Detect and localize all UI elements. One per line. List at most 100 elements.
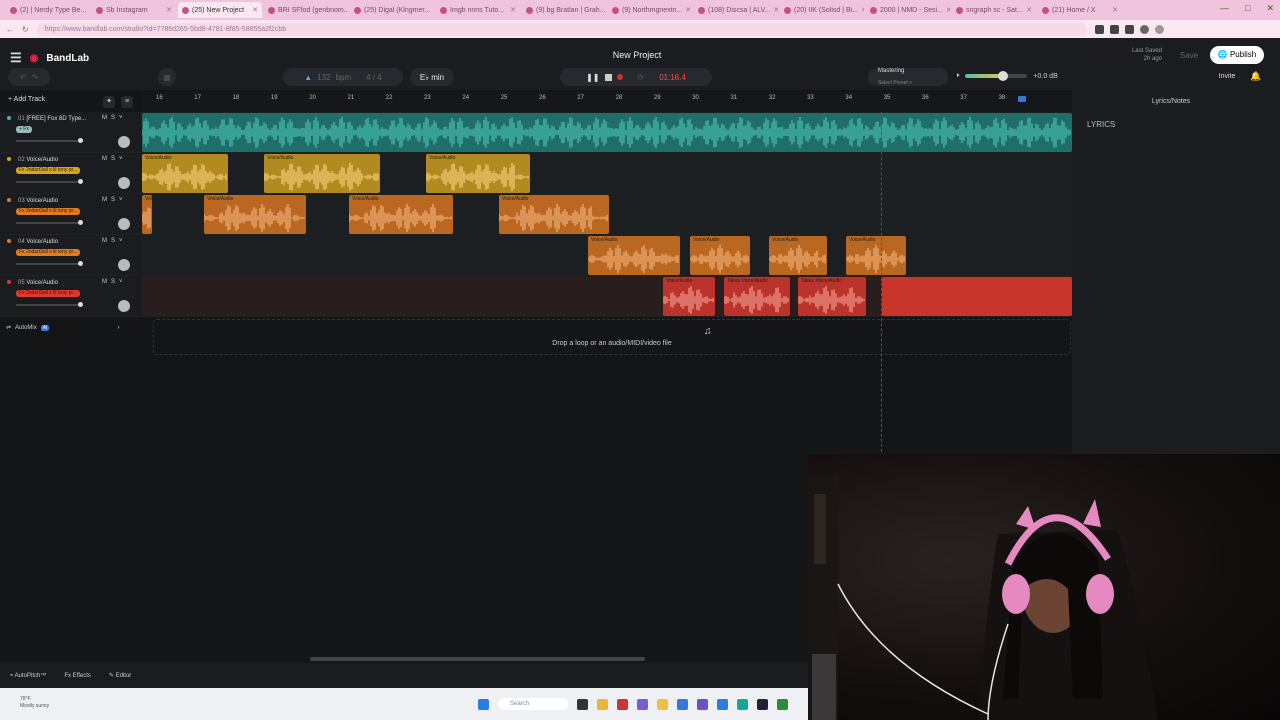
chevron-down-icon[interactable]: ˅ [119, 238, 123, 244]
fader-knob[interactable] [78, 179, 83, 184]
teams-icon[interactable] [697, 698, 708, 710]
steam-icon[interactable] [757, 698, 768, 710]
pan-knob[interactable] [118, 300, 130, 312]
record-icon[interactable] [616, 74, 623, 80]
extension-icon[interactable] [1139, 24, 1149, 34]
tab-close-icon[interactable]: ✕ [1112, 6, 1118, 14]
chevron-down-icon[interactable]: ˅ [119, 115, 123, 121]
tab-close-icon[interactable]: ✕ [774, 6, 778, 14]
url-field[interactable]: https://www.bandlab.com/studio?id=7786d2… [36, 22, 1087, 36]
track-volume-fader[interactable] [16, 220, 83, 225]
drop-zone[interactable]: ♫ Drop a loop or an audio/MIDI/video fil… [153, 319, 1071, 355]
volume-knob[interactable] [998, 71, 1009, 81]
track-fx-chip[interactable]: Fx 2ndart3all x lil tony pr... [16, 167, 81, 174]
mute-button[interactable]: M [102, 197, 107, 203]
back-icon[interactable]: ← [6, 25, 14, 34]
extension-icon[interactable] [1124, 24, 1134, 34]
mute-button[interactable]: M [102, 156, 107, 162]
browser-tab[interactable]: (25) New Project ✕ [178, 2, 262, 18]
stop-icon[interactable] [604, 73, 612, 81]
mute-button[interactable]: M [102, 279, 107, 285]
timeline-ruler[interactable]: 16 17 18 19 20 21 22 23 24 25 26 27 28 29 30 31 32 33 34 35… [142, 92, 1072, 112]
audio-clip[interactable]: Voice/Audio [264, 154, 380, 193]
browser-tab[interactable]: (21) Home / X ✕ [1038, 2, 1122, 18]
save-button[interactable]: Save [1172, 48, 1206, 63]
track-fx-chip[interactable]: Fx 2ndart3all x lil tony pr... [16, 290, 81, 297]
browser-tab[interactable]: (9) bg Bratlan | Grah...✕ [522, 2, 606, 18]
menu-icon[interactable]: ☰ [10, 50, 22, 66]
mute-button[interactable]: M [102, 238, 107, 244]
pan-knob[interactable] [118, 218, 130, 230]
autopitch-button[interactable]: ≈ AutoPitch™ [10, 673, 46, 679]
track-volume-fader[interactable] [16, 138, 83, 143]
recording-region[interactable] [882, 277, 1072, 316]
audio-clip[interactable] [142, 113, 1072, 152]
mixer-icon[interactable]: ≡ [121, 96, 133, 108]
edge-icon[interactable] [737, 698, 748, 710]
track-name[interactable]: 02 Voice/Audio [18, 157, 58, 163]
tab-close-icon[interactable]: ✕ [1026, 6, 1032, 14]
copilot-icon[interactable] [637, 698, 648, 710]
effects-button[interactable]: Fx Effects [64, 673, 91, 679]
editor-button[interactable]: ✎ Editor [109, 672, 131, 679]
audio-clip[interactable]: Voice/Audio [349, 195, 453, 234]
tab-close-icon[interactable]: ✕ [946, 6, 950, 14]
track-lane[interactable]: Voice/Audio Voice/Audio Voice/Audio Voice/A… [142, 194, 1072, 235]
mute-button[interactable]: M [102, 115, 107, 121]
horizontal-scrollbar[interactable] [310, 657, 645, 661]
audio-clip[interactable]: Voice/Audio [846, 236, 906, 275]
pan-knob[interactable] [118, 136, 130, 148]
playhead-marker[interactable] [1018, 96, 1026, 102]
bpm-value[interactable]: 132 [317, 73, 330, 82]
pan-knob[interactable] [118, 259, 130, 271]
solo-button[interactable]: S [111, 279, 115, 285]
explorer-folder-icon[interactable] [657, 698, 668, 710]
tab-close-icon[interactable]: ✕ [685, 6, 691, 14]
bell-icon[interactable]: 🔔 [1250, 71, 1261, 82]
add-track-button[interactable]: + Add Track [8, 96, 45, 103]
browser-tab[interactable]: 2000 | NMD - Sesi... ✕ [866, 2, 950, 18]
audio-clip[interactable]: Voice/Audio [588, 236, 680, 275]
chevron-down-icon[interactable]: ˅ [119, 197, 123, 203]
fader-knob[interactable] [78, 261, 83, 266]
app-icon[interactable] [777, 698, 788, 710]
store-icon[interactable] [617, 698, 628, 710]
track-header[interactable]: 03 Voice/Audio Fx 2ndart3all x lil tony p… [0, 194, 142, 235]
extension-icon[interactable] [1094, 24, 1104, 34]
audio-clip[interactable]: Voice/Audio [499, 195, 609, 234]
extension-icon[interactable] [1109, 24, 1119, 34]
grid-icon[interactable]: ▦ [158, 68, 176, 86]
tab-close-icon[interactable]: ✕ [252, 6, 258, 14]
track-lane[interactable]: Voice/Audio Voice/Audio Voice/Audio Voice/A… [142, 235, 1072, 276]
wand-icon[interactable]: ✦ [103, 96, 115, 108]
chevron-down-icon[interactable]: ˅ [119, 279, 123, 285]
browser-tab[interactable]: (20) IIK (Solisd | Bi...✕ [780, 2, 864, 18]
track-volume-fader[interactable] [16, 261, 83, 266]
track-fx-chip[interactable]: + Fx [16, 126, 32, 133]
redo-icon[interactable]: ↷ [32, 73, 39, 82]
audio-clip[interactable]: Voice/Audio [769, 236, 827, 275]
audio-clip[interactable]: Voice/Audio [690, 236, 750, 275]
browser-tab[interactable]: (25) Digal (Klngmer...✕ [350, 2, 434, 18]
track-name[interactable]: 05 Voice/Audio [18, 280, 58, 286]
widgets-icon[interactable] [577, 698, 588, 710]
track-name[interactable]: 03 Voice/Audio [18, 198, 58, 204]
maximize-icon[interactable]: □ [1245, 3, 1250, 14]
chevron-down-icon[interactable]: ˅ [119, 156, 123, 162]
lyrics-label[interactable]: LYRICS [1087, 120, 1115, 129]
browser-tab[interactable]: Sb Instagram ✕ [92, 2, 176, 18]
tab-close-icon[interactable]: ✕ [89, 6, 90, 14]
calendar-icon[interactable] [677, 698, 688, 710]
audio-clip[interactable]: Voice/Audio [204, 195, 306, 234]
audio-clip[interactable]: Voice/Audio [663, 277, 715, 316]
speaker-icon[interactable]: 🕨 [955, 72, 959, 80]
track-name[interactable]: 01 [FREE] Fox 8D Type... [18, 116, 86, 122]
audio-clip[interactable]: Takes Voice/Audio [798, 277, 866, 316]
automix-row[interactable]: ⇌ AutoMix AI › [6, 324, 119, 331]
minimize-icon[interactable]: — [1220, 3, 1229, 14]
profile-icon[interactable] [1154, 24, 1164, 34]
project-title[interactable]: New Project [560, 50, 714, 60]
tab-close-icon[interactable]: ✕ [166, 6, 172, 14]
track-fx-chip[interactable]: Fx 2ndart3all x lil tony pr... [16, 249, 81, 256]
track-fx-chip[interactable]: Fx 2ndart3all x lil tony pr... [16, 208, 81, 215]
